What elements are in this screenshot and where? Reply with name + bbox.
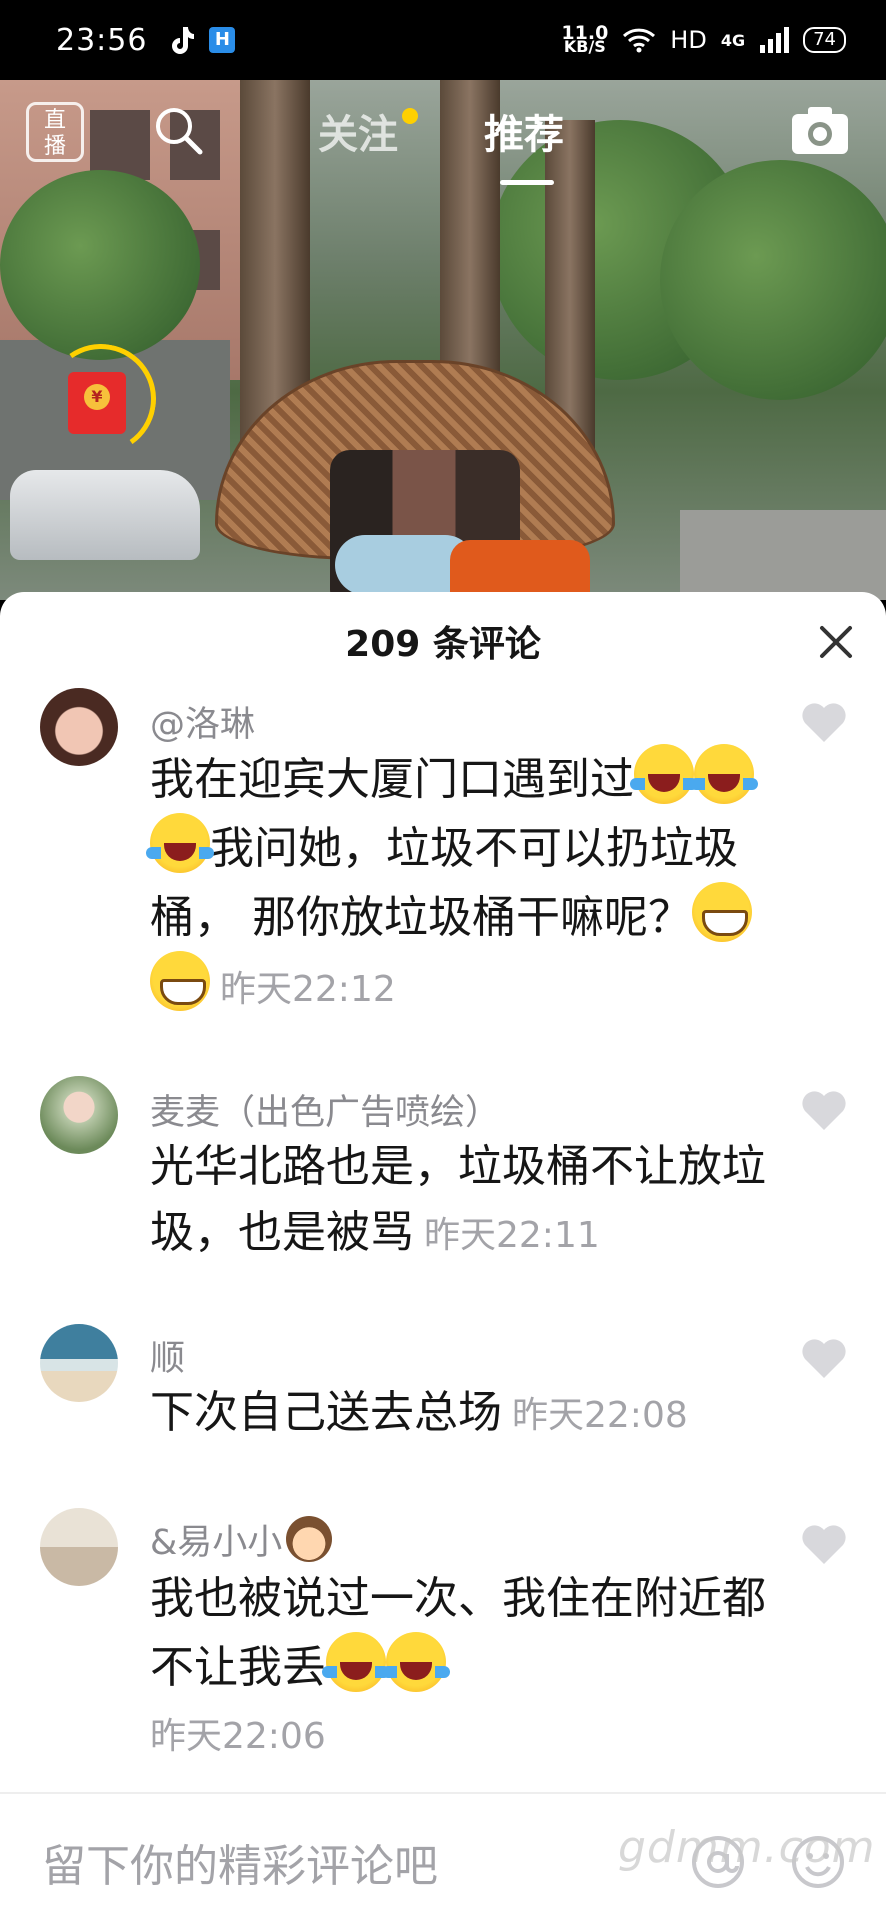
rofl-emoji-icon — [630, 744, 698, 804]
signal-icon — [760, 27, 790, 53]
comments-count-title: 209 条评论 — [345, 624, 541, 665]
comment-time: 昨天22:06 — [150, 1716, 326, 1757]
rofl-emoji-icon — [690, 744, 758, 804]
red-packet-icon[interactable]: ¥ — [68, 372, 126, 434]
close-icon[interactable] — [816, 622, 856, 662]
tab-recommended[interactable]: 推荐 — [484, 102, 564, 160]
comment-time: 昨天22:11 — [424, 1215, 600, 1256]
camera-icon[interactable] — [790, 104, 850, 156]
comment-item: 顺 下次自己送去总场 昨天22:08 — [0, 1320, 886, 1460]
comment-item: @洛琳 我在迎宾大厦门口遇到过我问她，垃圾不可以扔垃圾桶， 那你放垃圾桶干嘛呢？… — [0, 688, 886, 1011]
girl-emoji-icon — [286, 1516, 333, 1562]
search-icon[interactable] — [152, 104, 204, 156]
grin-emoji-icon — [150, 951, 210, 1011]
avatar[interactable] — [40, 1324, 118, 1402]
avatar[interactable] — [40, 688, 118, 766]
watermark-text: gdmm.com — [618, 1822, 876, 1873]
comment-username[interactable]: @洛琳 — [150, 696, 255, 747]
rofl-emoji-icon — [146, 813, 214, 873]
status-time: 23:56 — [56, 22, 148, 58]
live-button[interactable]: 直播 — [26, 102, 84, 162]
notification-dot — [402, 108, 418, 124]
status-bar: 23:56 H 11.0 KB/S HD 4G 74 — [0, 0, 886, 80]
comment-username[interactable]: 麦麦（出色广告喷绘） — [150, 1084, 500, 1135]
like-heart-icon[interactable] — [800, 1336, 848, 1380]
rofl-emoji-icon — [382, 1632, 450, 1692]
comment-time: 昨天22:12 — [220, 969, 396, 1010]
hd-label: HD — [670, 26, 707, 54]
rofl-emoji-icon — [322, 1632, 390, 1692]
comments-sheet: 209 条评论 @洛琳 我在迎宾大厦门口遇到过我问她，垃圾不可以扔垃圾桶， 那你… — [0, 592, 886, 1920]
like-heart-icon[interactable] — [800, 1522, 848, 1566]
avatar[interactable] — [40, 1076, 118, 1154]
net-speed: 11.0 KB/S — [561, 22, 609, 56]
comment-text: 光华北路也是，垃圾桶不让放垃圾，也是被骂 昨天22:11 — [150, 1141, 766, 1258]
comment-text: 我也被说过一次、我住在附近都不让我丢 昨天22:06 — [150, 1573, 766, 1757]
comment-input-placeholder[interactable]: 留下你的精彩评论吧 — [42, 1830, 438, 1894]
network-type: 4G — [720, 30, 746, 50]
grin-emoji-icon — [692, 882, 752, 942]
avatar[interactable] — [40, 1508, 118, 1586]
app-notification-icon: H — [209, 27, 236, 53]
comment-username[interactable]: 顺 — [150, 1330, 185, 1381]
comment-item: &易小小 我也被说过一次、我住在附近都不让我丢 昨天22:06 — [0, 1504, 886, 1764]
battery-indicator: 74 — [803, 27, 846, 53]
tiktok-icon — [172, 27, 195, 54]
wifi-icon — [623, 28, 656, 53]
comment-text: 下次自己送去总场 昨天22:08 — [150, 1387, 688, 1438]
like-heart-icon[interactable] — [800, 1088, 848, 1132]
comment-item: 麦麦（出色广告喷绘） 光华北路也是，垃圾桶不让放垃圾，也是被骂 昨天22:11 — [0, 1072, 886, 1272]
comment-text: 我在迎宾大厦门口遇到过我问她，垃圾不可以扔垃圾桶， 那你放垃圾桶干嘛呢？昨天22… — [146, 744, 770, 1023]
comment-time: 昨天22:08 — [512, 1395, 688, 1436]
comment-username[interactable]: &易小小 — [150, 1514, 333, 1565]
active-tab-indicator — [500, 180, 554, 185]
live-label: 直播 — [43, 108, 66, 159]
tab-following[interactable]: 关注 — [318, 102, 418, 160]
background-car — [10, 470, 200, 560]
top-nav: 直播 关注 推荐 — [0, 80, 886, 190]
like-heart-icon[interactable] — [800, 700, 848, 744]
